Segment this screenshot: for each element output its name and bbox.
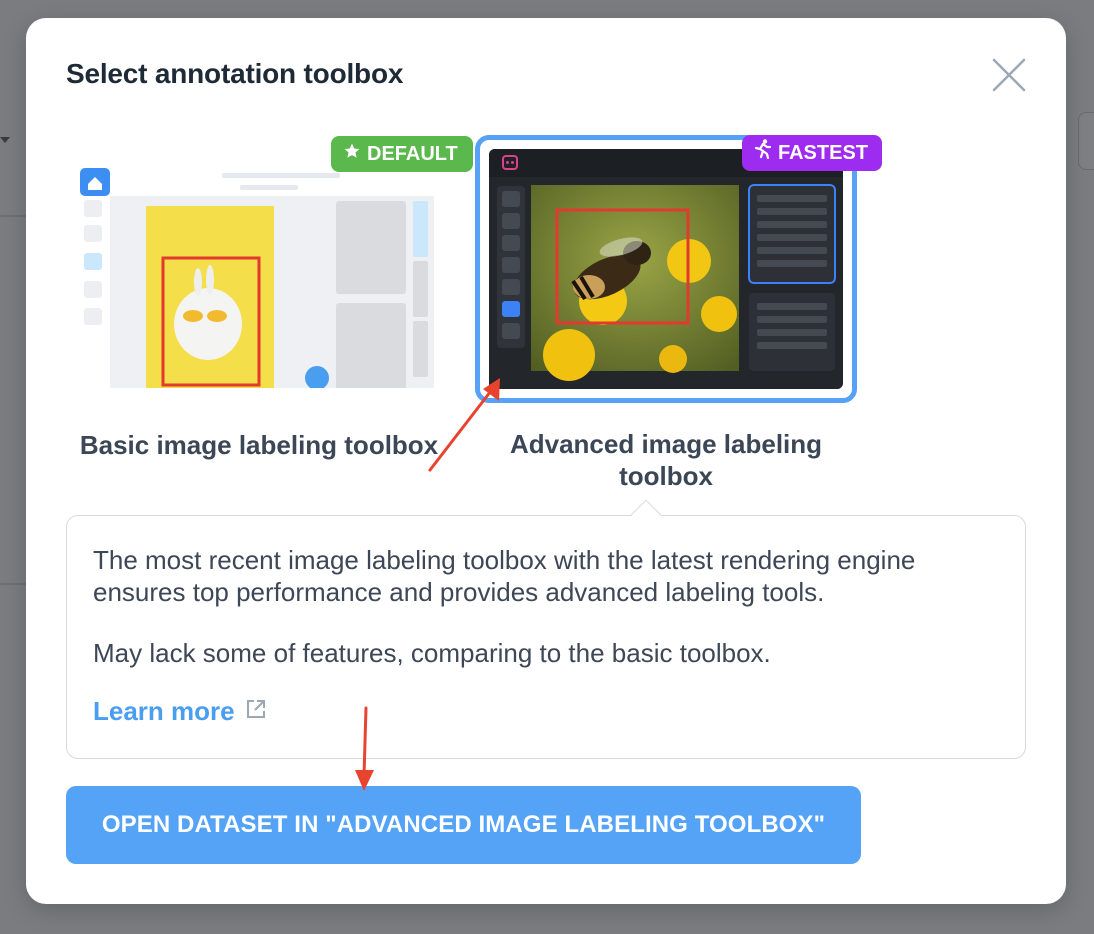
panel-pointer <box>630 499 662 531</box>
advanced-toolbox-preview <box>475 135 857 403</box>
background-divider <box>0 215 26 217</box>
background-caret-icon <box>0 137 10 143</box>
close-icon[interactable] <box>990 58 1030 94</box>
star-icon <box>343 136 361 172</box>
background-divider <box>0 583 26 585</box>
basic-toolbox-label: Basic image labeling toolbox <box>79 430 439 460</box>
running-person-icon <box>754 135 772 171</box>
external-link-icon <box>245 696 267 727</box>
toolbox-description-panel: The most recent image labeling toolbox w… <box>66 499 1026 759</box>
option-advanced-toolbox[interactable]: FASTEST Advanced image labeling toolbox <box>475 135 882 491</box>
learn-more-label: Learn more <box>93 696 235 726</box>
default-badge-label: DEFAULT <box>367 143 458 165</box>
open-dataset-button[interactable]: OPEN DATASET IN "ADVANCED IMAGE LABELING… <box>66 786 861 864</box>
description-paragraph: May lack some of features, comparing to … <box>93 638 771 668</box>
basic-toolbox-preview <box>80 148 436 398</box>
default-badge: DEFAULT <box>331 136 473 172</box>
modal-title: Select annotation toolbox <box>66 58 404 89</box>
description-paragraph: The most recent image labeling toolbox w… <box>93 545 916 607</box>
background-control <box>1078 112 1094 170</box>
option-basic-toolbox[interactable]: DEFAULT Basic image labeling toolbox <box>74 136 473 476</box>
fastest-badge-label: FASTEST <box>778 142 869 164</box>
select-toolbox-modal: Select annotation toolbox DEFAULT Basic … <box>26 18 1066 904</box>
learn-more-link[interactable]: Learn more <box>93 696 267 727</box>
fastest-badge: FASTEST <box>742 135 882 171</box>
advanced-toolbox-label: Advanced image labeling toolbox <box>509 429 823 491</box>
